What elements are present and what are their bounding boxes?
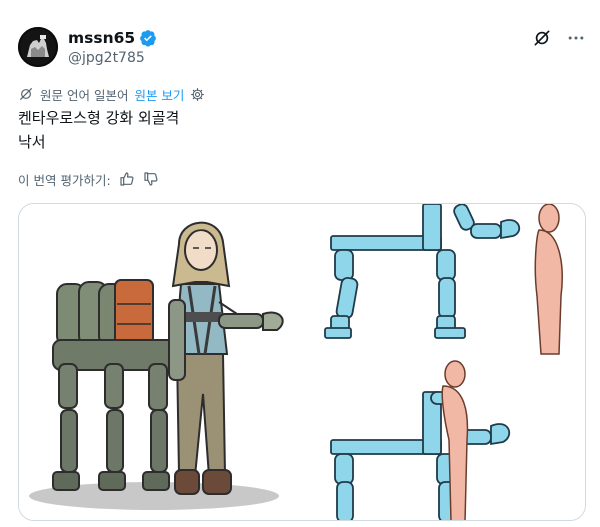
rate-translation-label: 이 번역 평가하기: xyxy=(18,173,111,188)
gear-icon[interactable] xyxy=(190,87,205,106)
tweet-text-line-1: 켄타우로스형 강화 외골격 xyxy=(18,109,180,127)
more-dots-icon[interactable] xyxy=(566,28,586,48)
tweet-text: 켄타우로스형 강화 외골격 낙서 xyxy=(18,106,179,154)
verified-badge-icon xyxy=(139,29,157,47)
display-name-text[interactable]: mssn65 xyxy=(68,28,135,48)
thumbs-down-icon[interactable] xyxy=(143,171,159,191)
thumbs-up-icon[interactable] xyxy=(119,171,135,191)
view-original-link[interactable]: 원본 보기 xyxy=(134,88,184,104)
tweet-media-image[interactable] xyxy=(18,203,586,521)
tweet-top-actions xyxy=(532,28,586,48)
grok-icon[interactable] xyxy=(532,28,552,48)
user-handle[interactable]: @jpg2t785 xyxy=(68,49,145,67)
rate-translation-row: 이 번역 평가하기: xyxy=(18,171,159,191)
translation-source-text: 원문 언어 일본어 xyxy=(40,88,129,103)
tweet-text-line-2: 낙서 xyxy=(18,133,46,151)
translate-icon xyxy=(18,86,34,106)
avatar[interactable] xyxy=(18,27,58,67)
display-name[interactable]: mssn65 xyxy=(68,28,157,48)
translation-note: 원문 언어 일본어 원본 보기 xyxy=(18,86,205,106)
